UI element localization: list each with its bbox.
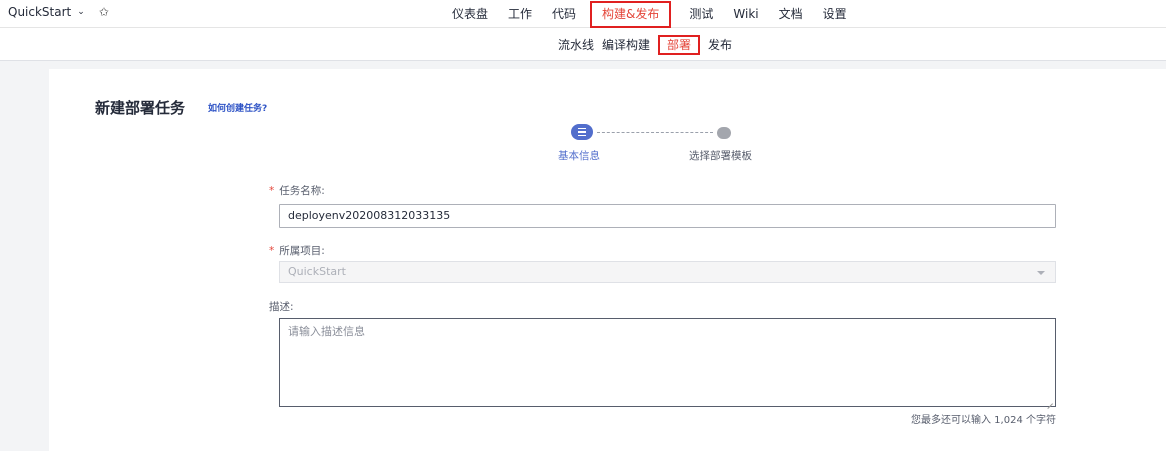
char-counter: 您最多还可以输入 1,024 个字符	[911, 415, 1056, 426]
nav-dashboard[interactable]: 仪表盘	[446, 0, 494, 28]
nav-settings[interactable]: 设置	[817, 0, 853, 28]
step-pending-icon	[717, 127, 731, 139]
sub-nav: 流水线 编译构建 部署 发布	[554, 28, 736, 61]
step-connector	[597, 132, 713, 133]
nav-build-release[interactable]: 构建&发布	[590, 0, 672, 28]
resize-handle-icon[interactable]	[1046, 397, 1054, 405]
subnav-release[interactable]: 发布	[704, 36, 736, 53]
caret-down-icon	[1037, 271, 1045, 275]
step-template-label: 选择部署模板	[689, 150, 752, 162]
task-name-input[interactable]: deployenv202008312033135	[279, 204, 1056, 228]
nav-work[interactable]: 工作	[502, 0, 538, 28]
description-label: 描述:	[269, 301, 294, 313]
task-name-label: * 任务名称:	[269, 183, 325, 198]
subnav-pipeline[interactable]: 流水线	[554, 36, 598, 53]
project-select[interactable]: QuickStart	[279, 261, 1056, 283]
project-label: * 所属项目:	[269, 243, 325, 258]
required-asterisk: *	[269, 245, 275, 257]
project-select-value: QuickStart	[288, 265, 346, 278]
page-title: 新建部署任务	[95, 99, 186, 117]
project-label-text: 所属项目:	[279, 245, 325, 257]
step-basic-info-label: 基本信息	[558, 150, 600, 162]
main-nav: 仪表盘 工作 代码 构建&发布 测试 Wiki 文档 设置	[446, 0, 861, 28]
nav-test[interactable]: 测试	[683, 0, 719, 28]
nav-code[interactable]: 代码	[546, 0, 582, 28]
subnav-deploy[interactable]: 部署	[658, 34, 701, 55]
sub-navbar: 流水线 编译构建 部署 发布	[0, 28, 1166, 61]
required-asterisk: *	[269, 185, 275, 197]
step-current-list-icon	[571, 124, 593, 140]
top-navbar: QuickStart ⌄ ✩ 仪表盘 工作 代码 构建&发布 测试 Wiki 文…	[0, 0, 1166, 28]
nav-docs[interactable]: 文档	[773, 0, 809, 28]
help-link[interactable]: 如何创建任务?	[208, 101, 267, 114]
nav-wiki[interactable]: Wiki	[727, 0, 764, 28]
content-card: 新建部署任务 如何创建任务? 基本信息 选择部署模板 * 任务名称: deploy…	[49, 69, 1166, 451]
project-name: QuickStart	[8, 5, 72, 19]
task-name-label-text: 任务名称:	[279, 185, 325, 197]
project-switcher[interactable]: QuickStart ⌄ ✩	[8, 5, 109, 19]
description-textarea[interactable]: 请输入描述信息	[279, 318, 1056, 407]
star-outline-icon[interactable]: ✩	[99, 5, 109, 19]
description-placeholder: 请输入描述信息	[288, 325, 365, 338]
chevron-down-icon: ⌄	[77, 7, 85, 17]
subnav-build[interactable]: 编译构建	[598, 36, 654, 53]
